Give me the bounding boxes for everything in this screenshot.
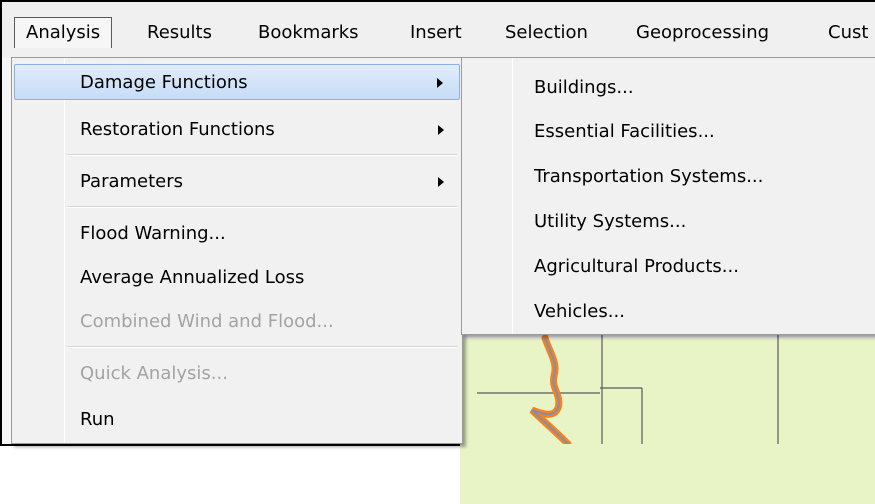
menu-item-quick-analysis: Quick Analysis...: [14, 356, 460, 392]
menu-bar: Analysis Results Bookmarks Insert Select…: [2, 2, 875, 59]
submenu-arrow-icon: [438, 177, 444, 187]
menu-insert[interactable]: Insert: [410, 18, 462, 48]
menu-item-label: Flood Warning...: [80, 223, 226, 244]
submenu-item-label: Essential Facilities...: [534, 121, 715, 142]
menu-separator: [67, 154, 457, 156]
menu-separator: [67, 346, 457, 348]
submenu-arrow-icon: [437, 78, 443, 88]
menu-selection[interactable]: Selection: [505, 18, 588, 48]
menu-item-average-annualized-loss[interactable]: Average Annualized Loss: [14, 260, 460, 296]
menu-item-flood-warning[interactable]: Flood Warning...: [14, 216, 460, 252]
menu-item-label: Restoration Functions: [80, 119, 275, 140]
submenu-arrow-icon: [438, 125, 444, 135]
submenu-item-essential-facilities[interactable]: Essential Facilities...: [464, 112, 874, 152]
menu-bookmarks[interactable]: Bookmarks: [258, 18, 359, 48]
menu-item-label: Run: [80, 409, 115, 430]
menu-item-parameters[interactable]: Parameters: [14, 164, 460, 200]
menu-analysis[interactable]: Analysis: [14, 17, 113, 48]
menu-item-restoration-functions[interactable]: Restoration Functions: [14, 112, 460, 148]
submenu-item-label: Vehicles...: [534, 301, 625, 322]
submenu-item-vehicles[interactable]: Vehicles...: [464, 292, 874, 332]
menu-item-label: Quick Analysis...: [80, 363, 228, 384]
damage-functions-submenu: Buildings... Essential Facilities... Tra…: [461, 57, 875, 335]
menu-customize[interactable]: Cust: [828, 18, 868, 48]
menu-results[interactable]: Results: [147, 18, 212, 48]
submenu-item-label: Agricultural Products...: [534, 256, 739, 277]
submenu-item-agricultural-products[interactable]: Agricultural Products...: [464, 247, 874, 287]
menu-item-combined-wind-flood: Combined Wind and Flood...: [14, 304, 460, 340]
submenu-item-transportation-systems[interactable]: Transportation Systems...: [464, 157, 874, 197]
menu-item-label: Combined Wind and Flood...: [80, 311, 334, 332]
submenu-item-label: Buildings...: [534, 77, 634, 98]
analysis-dropdown: Damage Functions Restoration Functions P…: [11, 57, 463, 444]
submenu-item-buildings[interactable]: Buildings...: [464, 68, 874, 108]
menu-item-damage-functions[interactable]: Damage Functions: [14, 64, 460, 100]
menu-item-label: Parameters: [80, 171, 184, 192]
menu-separator: [67, 206, 457, 208]
menu-item-run[interactable]: Run: [14, 402, 460, 438]
submenu-item-label: Transportation Systems...: [534, 166, 764, 187]
menu-geoprocessing[interactable]: Geoprocessing: [636, 18, 769, 48]
submenu-item-utility-systems[interactable]: Utility Systems...: [464, 202, 874, 242]
menu-item-label: Average Annualized Loss: [80, 267, 305, 288]
menu-item-label: Damage Functions: [80, 72, 248, 93]
submenu-item-label: Utility Systems...: [534, 211, 687, 232]
